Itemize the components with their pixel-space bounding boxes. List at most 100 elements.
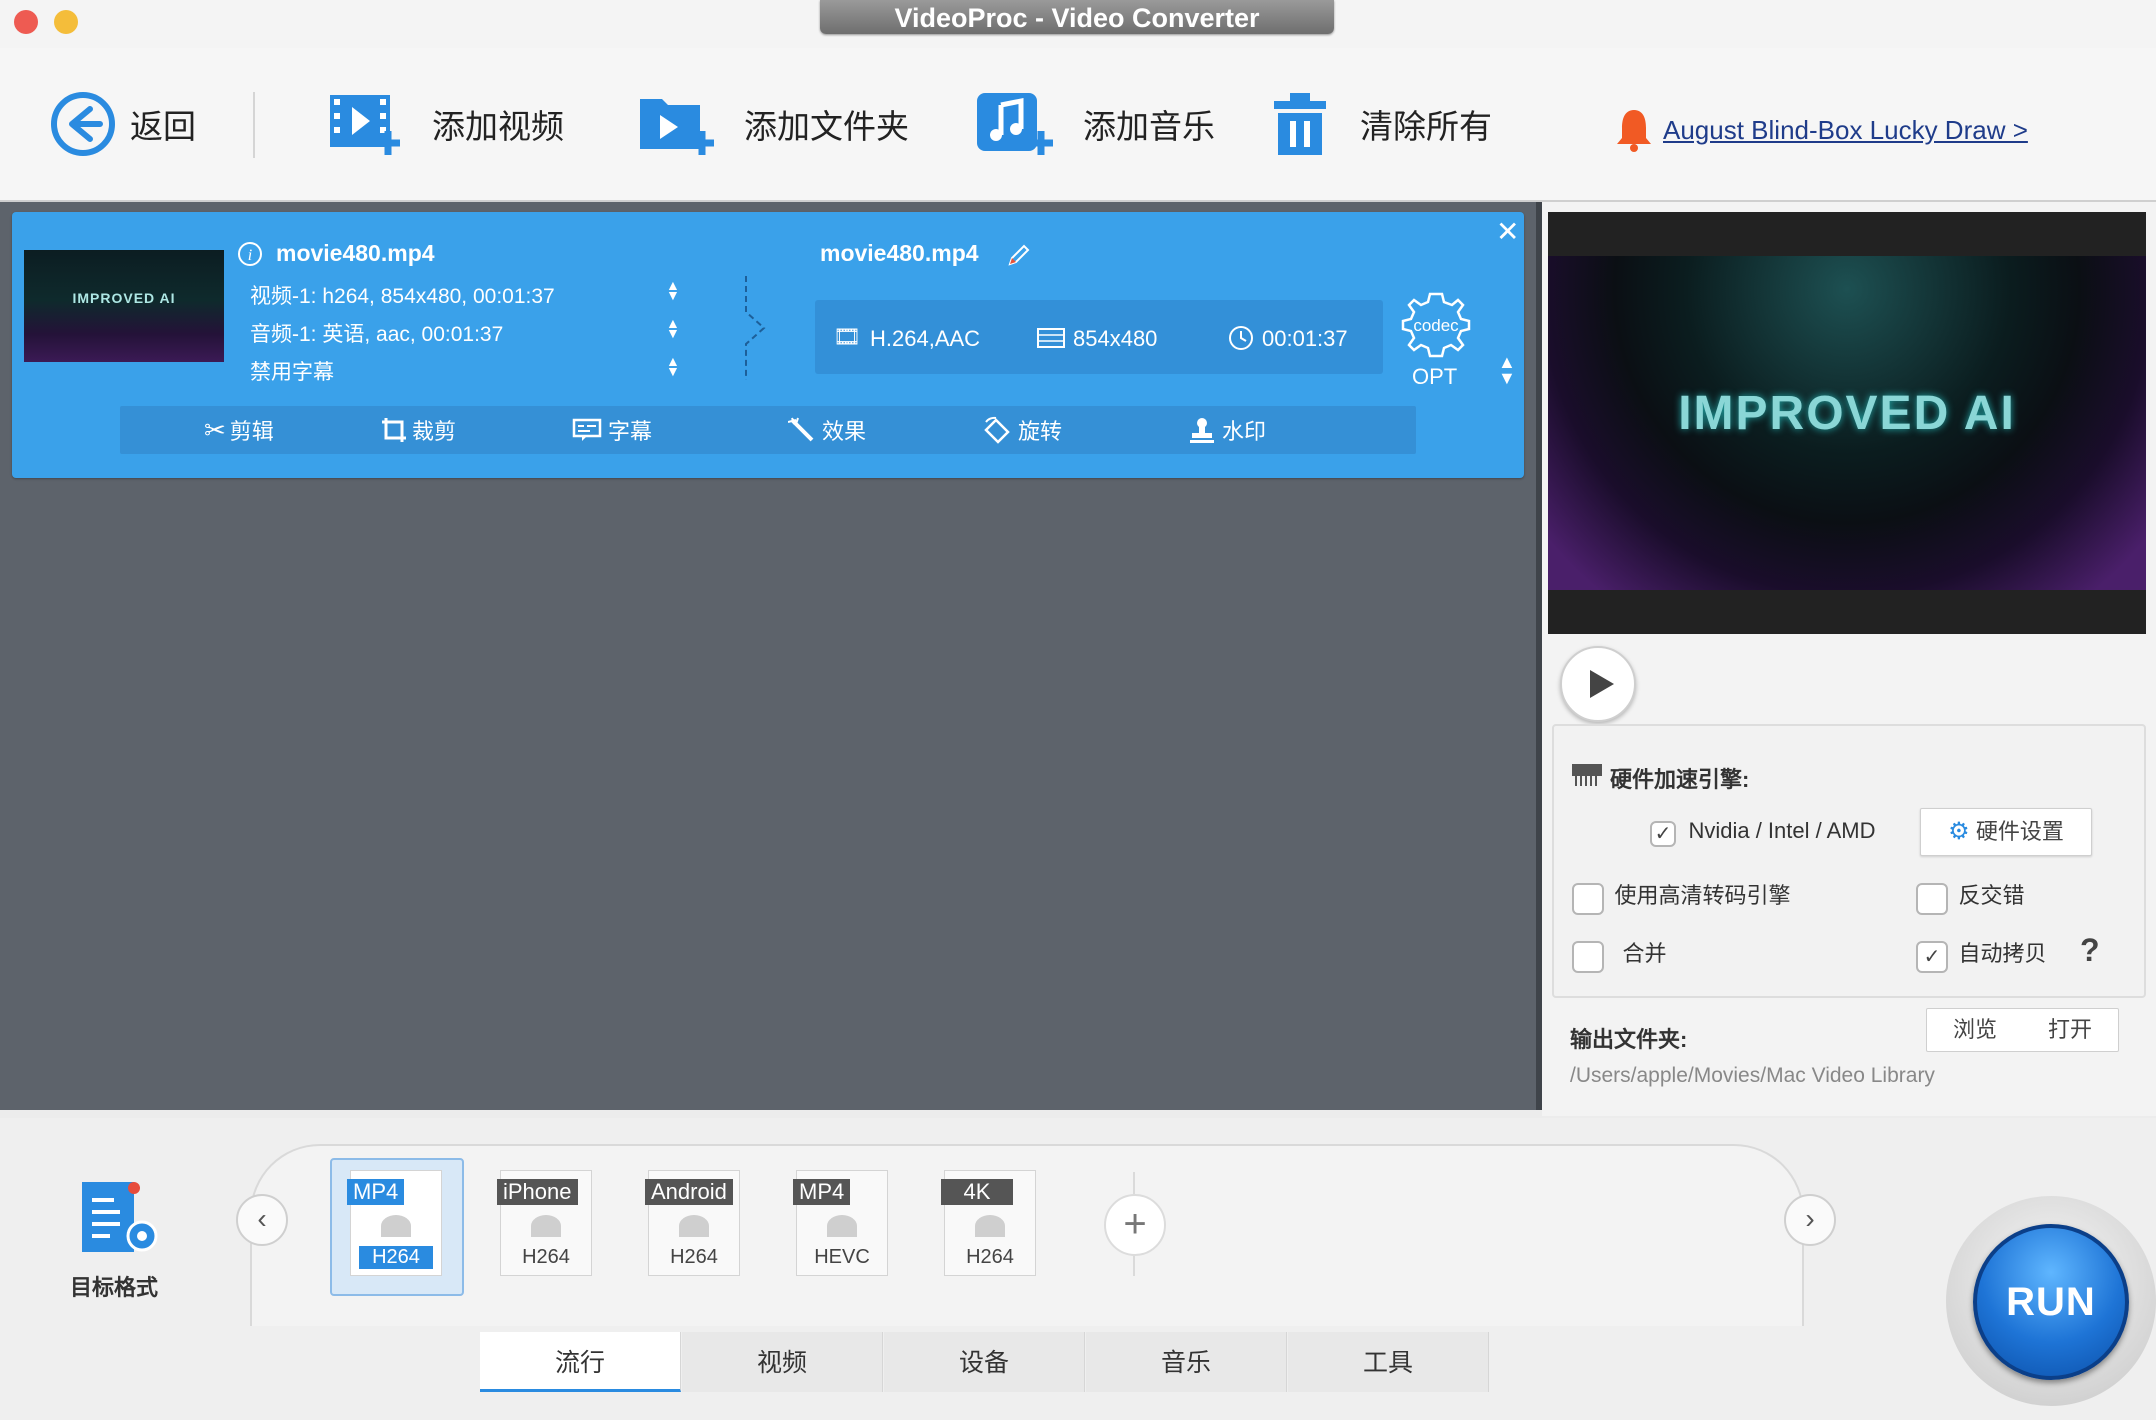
subtitle-track: 禁用字幕 — [250, 361, 334, 384]
hq-engine-label: 使用高清转码引擎 — [1614, 883, 1791, 908]
gpu-checkbox-label: Nvidia / Intel / AMD — [1688, 818, 1876, 843]
scissors-icon: ✂ — [204, 414, 226, 445]
promo-link[interactable]: August Blind-Box Lucky Draw > — [1663, 115, 2028, 146]
film-reel-icon — [827, 1215, 857, 1237]
gpu-checkbox-box[interactable]: ✓ — [1650, 820, 1676, 847]
effects-button[interactable]: 效果 — [788, 406, 866, 454]
format-top-label: Android — [645, 1179, 733, 1205]
add-video-button[interactable]: 添加视频 — [328, 48, 564, 200]
browse-button[interactable]: 浏览 — [1926, 1008, 2024, 1052]
rotate-label: 旋转 — [1018, 419, 1063, 444]
trash-icon — [1274, 93, 1326, 155]
add-folder-icon — [640, 99, 714, 155]
run-button[interactable]: RUN — [1973, 1224, 2129, 1380]
tab-toolbox[interactable]: 工具 — [1288, 1332, 1489, 1392]
film-reel-icon — [679, 1215, 709, 1237]
auto-copy-label: 自动拷贝 — [1958, 941, 2047, 966]
deinterlace-checkbox[interactable]: 反交错 — [1916, 878, 2024, 915]
preview-player[interactable]: IMPROVED AI — [1548, 212, 2146, 634]
gpu-checkbox[interactable]: ✓ Nvidia / Intel / AMD — [1650, 818, 1876, 847]
source-filename: movie480.mp4 — [276, 240, 435, 266]
close-window-button[interactable] — [14, 10, 38, 34]
codec-gear-icon[interactable]: codec — [1396, 286, 1476, 366]
tab-popular[interactable]: 流行 — [480, 1332, 681, 1392]
rotate-button[interactable]: 旋转 — [982, 406, 1062, 454]
plus-icon: + — [1123, 1202, 1147, 1246]
add-video-icon — [330, 95, 400, 155]
format-next-button[interactable]: › — [1784, 1194, 1836, 1246]
auto-copy-checkbox[interactable]: ✓ 自动拷贝 — [1916, 936, 2046, 973]
hw-engine-title: 硬件加速引擎: — [1610, 767, 1750, 792]
add-folder-button[interactable]: 添加文件夹 — [638, 48, 909, 200]
format-mp4-h264[interactable]: MP4 H264 — [347, 1170, 442, 1276]
format-4k-h264[interactable]: 4K H264 — [941, 1170, 1036, 1276]
add-format-button[interactable]: + — [1104, 1194, 1166, 1256]
merge-checkbox[interactable]: 合并 — [1572, 936, 1666, 973]
crop-button[interactable]: 裁剪 — [380, 406, 456, 454]
film-reel-icon — [975, 1215, 1005, 1237]
convert-arrow-icon — [745, 276, 766, 380]
card-reorder-stepper[interactable]: ▲ ▼ — [1498, 353, 1516, 387]
add-music-icon — [977, 93, 1053, 155]
film-icon: 🎞 — [833, 324, 861, 349]
minimize-window-button[interactable] — [54, 10, 78, 34]
crop-label: 裁剪 — [412, 419, 457, 444]
clear-all-button[interactable]: 清除所有 — [1270, 48, 1492, 200]
film-reel-icon — [531, 1215, 561, 1237]
output-filename[interactable]: movie480.mp4 — [820, 240, 979, 267]
rotate-icon — [984, 416, 1010, 444]
target-format-label: 目标格式 — [70, 1275, 159, 1300]
format-bottom-label: H264 — [359, 1246, 433, 1269]
subtitle-stepper[interactable]: ▲ ▼ — [666, 354, 680, 378]
tab-device[interactable]: 设备 — [884, 1332, 1085, 1392]
watermark-stamp-icon — [1190, 418, 1214, 443]
tab-music[interactable]: 音乐 — [1086, 1332, 1287, 1392]
promo-banner[interactable]: August Blind-Box Lucky Draw > — [1615, 108, 2028, 152]
watermark-button[interactable]: 水印 — [1188, 406, 1266, 454]
play-button[interactable] — [1560, 646, 1636, 722]
format-prev-button[interactable]: ‹ — [236, 1194, 288, 1246]
bell-icon — [1617, 110, 1651, 152]
clear-all-label: 清除所有 — [1360, 108, 1492, 145]
help-icon[interactable]: ? — [2080, 932, 2100, 969]
video-thumbnail[interactable]: IMPROVED AI — [24, 250, 224, 362]
play-icon — [1590, 670, 1614, 698]
auto-copy-checkbox-box[interactable]: ✓ — [1916, 940, 1948, 973]
back-button[interactable]: 返回 — [50, 48, 196, 200]
back-arrow-icon — [51, 92, 115, 156]
film-reel-icon — [381, 1215, 411, 1237]
add-music-button[interactable]: 添加音乐 — [975, 48, 1215, 200]
tab-video[interactable]: 视频 — [682, 1332, 883, 1392]
format-mp4-hevc[interactable]: MP4 HEVC — [793, 1170, 888, 1276]
format-android-h264[interactable]: Android H264 — [645, 1170, 740, 1276]
format-category-tabs: 流行 视频 设备 音乐 工具 — [480, 1332, 1490, 1392]
format-top-label: iPhone — [497, 1179, 578, 1205]
hq-engine-checkbox-box[interactable] — [1572, 882, 1604, 915]
preview-overlay-text: IMPROVED AI — [1678, 387, 2016, 440]
subtitle-icon — [572, 418, 602, 441]
hardware-settings-label: 硬件设置 — [1975, 819, 2064, 844]
format-bottom-label: H264 — [966, 1246, 1014, 1268]
opt-label[interactable]: OPT — [1412, 364, 1457, 390]
audio-track-stepper[interactable]: ▲ ▼ — [666, 316, 680, 340]
format-top-label: MP4 — [793, 1179, 851, 1205]
deinterlace-checkbox-box[interactable] — [1916, 882, 1948, 915]
subtitle-button[interactable]: 字幕 — [572, 406, 652, 454]
hardware-settings-button[interactable]: ⚙ 硬件设置 — [1920, 808, 2092, 856]
target-format-button[interactable] — [80, 1180, 162, 1261]
info-icon[interactable]: i — [236, 240, 264, 268]
video-track-stepper[interactable]: ▲ ▼ — [666, 278, 680, 302]
effects-label: 效果 — [822, 419, 867, 444]
edit-pencil-icon[interactable] — [1006, 242, 1032, 268]
chip-icon — [1572, 764, 1602, 786]
gear-icon: ⚙ — [1948, 818, 1970, 845]
subtitle-label: 字幕 — [608, 419, 653, 444]
merge-checkbox-box[interactable] — [1572, 940, 1604, 973]
close-item-icon[interactable]: ✕ — [1496, 218, 1519, 246]
hq-engine-checkbox[interactable]: 使用高清转码引擎 — [1572, 878, 1790, 915]
trim-button[interactable]: ✂ 剪辑 — [204, 406, 274, 454]
open-folder-button[interactable]: 打开 — [2022, 1008, 2119, 1052]
format-iphone-h264[interactable]: iPhone H264 — [497, 1170, 592, 1276]
add-music-label: 添加音乐 — [1083, 108, 1215, 145]
resolution-icon — [1037, 328, 1065, 348]
